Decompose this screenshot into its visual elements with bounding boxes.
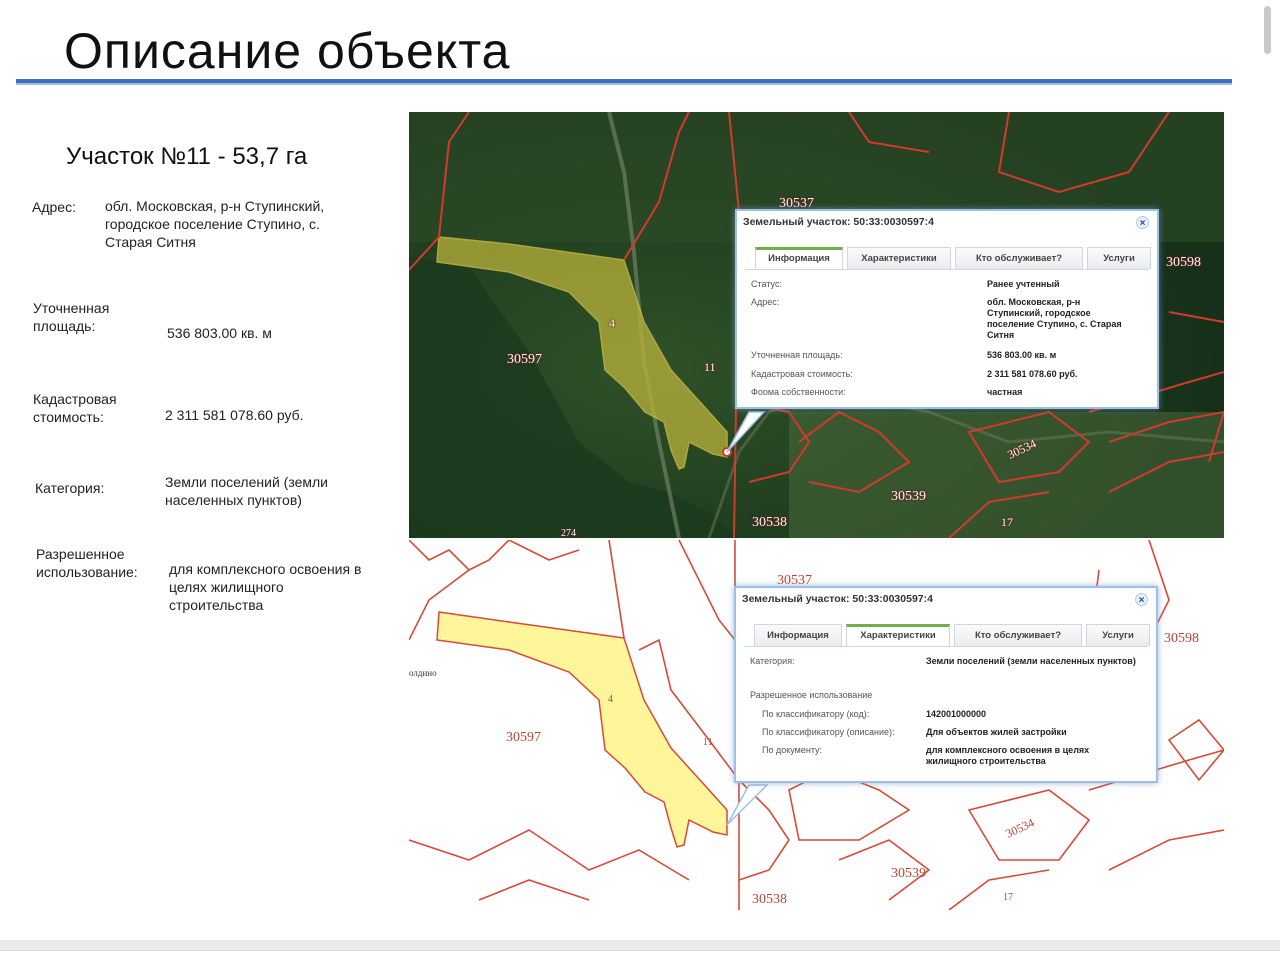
ownership-value: частная (987, 387, 1023, 395)
parcel-characteristics-popup[interactable]: Земельный участок: 50:33:0030597:4 × Инф… (734, 586, 1158, 783)
cost-label: Кадастровая стоимость: (751, 369, 853, 379)
map-label-4: 4 (609, 316, 615, 330)
document-value: для комплексного освоения в целях жилищн… (926, 745, 1090, 766)
tab-characteristics[interactable]: Характеристики (847, 247, 951, 269)
tab-who-serves[interactable]: Кто обслуживает? (954, 624, 1082, 646)
status-label: Статус: (751, 279, 782, 289)
vec-label-30598: 30598 (1164, 631, 1199, 646)
category-label: Категория: (750, 656, 795, 666)
tab-characteristics[interactable]: Характеристики (846, 624, 950, 646)
ownership-label: Форма собственности: (751, 387, 846, 395)
map-label-30538: 30538 (752, 515, 787, 530)
document-label: По документу: (762, 745, 823, 755)
tab-who-serves[interactable]: Кто обслуживает? (955, 247, 1083, 269)
tab-divider (745, 269, 1149, 270)
vec-label-oldino: олдино (409, 668, 437, 678)
tab-services[interactable]: Услуги (1087, 247, 1151, 269)
scrollbar[interactable] (1264, 6, 1271, 54)
close-icon[interactable]: × (1135, 593, 1148, 606)
permitted-use-label: Разрешенное использование: (36, 546, 138, 580)
tab-services[interactable]: Услуги (1086, 624, 1150, 646)
classifier-description-value: Для объектов жилей застройки (926, 727, 1067, 737)
area-value: 536 803.00 кв. м (167, 325, 272, 341)
tab-info[interactable]: Информация (754, 624, 842, 646)
cost-label: Кадастровая стоимость: (33, 391, 117, 425)
slide-title: Описание объекта (64, 23, 511, 79)
classifier-code-label: По классификатору (код): (762, 709, 870, 719)
vec-label-17: 17 (1003, 892, 1013, 903)
vec-label-30597: 30597 (506, 730, 541, 745)
slide: Описание объекта Участок №11 - 53,7 га А… (0, 0, 1280, 940)
next-slide-edge (0, 950, 1280, 977)
map-label-30598: 30598 (1166, 255, 1201, 270)
cost-value: 2 311 581 078.60 руб. (987, 369, 1078, 379)
vec-label-4: 4 (608, 694, 613, 705)
map-label-274: 274 (561, 528, 576, 538)
category-value: Земли поселений (земли населенных пункто… (926, 656, 1136, 666)
parcel-info-popup[interactable]: Земельный участок: 50:33:0030597:4 × Инф… (735, 209, 1159, 409)
vec-label-11: 11 (703, 737, 713, 748)
close-icon[interactable]: × (1136, 216, 1149, 229)
vec-label-30538: 30538 (752, 892, 787, 907)
popup-title: Земельный участок: 50:33:0030597:4 (742, 593, 933, 605)
classifier-description-label: По классификатору (описание): (762, 727, 895, 737)
address-value: обл. Московская, р-н Ступинский, городск… (987, 297, 1122, 340)
cost-value: 2 311 581 078.60 руб. (165, 407, 304, 423)
tab-divider (744, 646, 1148, 647)
plot-title: Участок №11 - 53,7 га (66, 143, 308, 170)
area-label: Уточненная площадь: (751, 350, 843, 360)
status-value: Ранее учтенный (987, 279, 1060, 289)
address-label: Адрес: (32, 199, 76, 215)
tab-info[interactable]: Информация (755, 247, 843, 269)
map-label-30539: 30539 (891, 489, 926, 504)
area-label: Уточненная площадь: (33, 300, 110, 334)
permitted-use-value: для комплексного освоения в целях жилищн… (169, 561, 362, 613)
classifier-code-value: 142001000000 (926, 709, 987, 719)
category-label: Категория: (35, 480, 105, 496)
popup-title: Земельный участок: 50:33:0030597:4 (743, 216, 934, 228)
title-underline (16, 79, 1232, 85)
address-value: обл. Московская, р-н Ступинский, городск… (105, 198, 325, 250)
address-label: Адрес: (751, 297, 780, 307)
permitted-use-heading: Разрешенное использование (750, 690, 873, 700)
category-value: Земли поселений (земли населенных пункто… (165, 474, 328, 508)
map-label-30597: 30597 (507, 352, 542, 367)
vec-label-30539: 30539 (891, 866, 926, 881)
map-label-17: 17 (1001, 515, 1013, 529)
map-label-11: 11 (704, 360, 716, 374)
area-value: 536 803.00 кв. м (987, 350, 1057, 360)
